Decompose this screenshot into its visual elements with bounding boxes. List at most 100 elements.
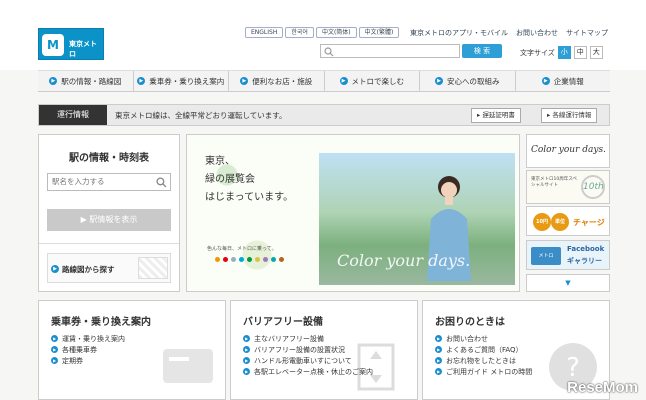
list-item-label: ハンドル形電動車いすについて	[254, 356, 352, 365]
train-status-text: 東京メトロ線は、全線平常どおり運転しています。	[115, 111, 287, 120]
delay-certificate-button[interactable]: ▸ 遅延証明書	[471, 108, 521, 123]
lang-korean[interactable]: 한국어	[285, 27, 314, 38]
metro-facebook-logo: メトロ	[531, 247, 561, 265]
chevron-right-icon: ▶	[49, 77, 58, 85]
chevron-right-icon: ▶	[51, 335, 58, 342]
chevron-right-icon: ▶	[243, 346, 250, 353]
lang-english[interactable]: ENGLISH	[245, 27, 284, 38]
list-item-label: バリアフリー設備の設置状況	[254, 345, 345, 354]
tickets-panel: 乗車券・乗り換え案内 ▶ 運賃・乗り換え案内 ▶ 各種乗車券 ▶ 定期券	[38, 300, 226, 400]
station-search-panel: 駅の情報・時刻表 ▶ 駅情報を表示 ▶ 路線図から探す	[38, 134, 180, 292]
list-item[interactable]: ▶ よくあるご質問（FAQ）	[435, 344, 532, 355]
nav-label: 乗車券・乗り換え案内	[149, 76, 225, 86]
contact-link[interactable]: お問い合わせ	[516, 28, 558, 38]
list-item[interactable]: ▶ お忘れ物をしたときは	[435, 355, 532, 366]
logo-text: 東京メトロ	[69, 40, 97, 58]
station-name-field	[47, 173, 171, 191]
banner-text: Color your days.	[531, 145, 606, 155]
chevron-right-icon: ▶	[51, 265, 59, 273]
nav-tickets[interactable]: ▶ 乗車券・乗り換え案内	[134, 71, 229, 91]
unit-badge: 単位	[551, 213, 569, 231]
nav-station-info[interactable]: ▶ 駅の情報・路線図	[38, 71, 134, 91]
chevron-right-icon: ▶	[137, 77, 146, 85]
app-mobile-link[interactable]: 東京メトロのアプリ・モバイル	[410, 28, 508, 38]
show-station-info-button[interactable]: ▶ 駅情報を表示	[47, 209, 171, 231]
nav-label: 安心への取組み	[447, 76, 500, 86]
text-size-control: 文字サイズ 小 中 大	[520, 46, 603, 59]
tokyo-metro-logo[interactable]: M 東京メトロ	[38, 28, 104, 60]
panel-title: 乗車券・乗り換え案内	[51, 317, 151, 328]
line-status-label: 各線運行情報	[552, 111, 592, 119]
text-size-medium[interactable]: 中	[573, 46, 587, 59]
list-item[interactable]: ▶ お問い合わせ	[435, 333, 532, 344]
route-map-link[interactable]: ▶ 路線図から探す	[47, 253, 171, 283]
nav-enjoy-metro[interactable]: ▶ メトロで楽しむ	[325, 71, 420, 91]
resemom-watermark: ReseMom	[567, 379, 638, 396]
tenth-badge: 10th	[581, 175, 605, 199]
color-your-days-banner[interactable]: Color your days.	[526, 134, 610, 168]
lang-chinese-simplified[interactable]: 中文(简体)	[315, 27, 357, 38]
line-status-button[interactable]: ▸ 各線運行情報	[541, 108, 598, 123]
chevron-right-icon: ▶	[435, 346, 442, 353]
nav-label: 企業情報	[553, 76, 584, 86]
nav-label: 便利なお店・施設	[252, 76, 313, 86]
hero-copy-line: はじまっています。	[205, 192, 294, 203]
search-icon[interactable]	[156, 177, 167, 188]
list-item-label: 定期券	[62, 356, 83, 365]
chevron-right-icon: ▶	[435, 357, 442, 364]
hero-overlay-text: Color your days.	[337, 251, 471, 270]
station-name-input[interactable]	[52, 177, 152, 186]
elevator-icon	[357, 343, 395, 391]
list-item-label: お忘れ物をしたときは	[446, 356, 516, 365]
banner-scroll-down-button[interactable]: ▼	[526, 274, 610, 292]
chevron-right-icon: ▶	[435, 368, 442, 375]
ticket-card-icon	[163, 349, 213, 383]
list-item[interactable]: ▶ 定期券	[51, 355, 125, 366]
route-map-thumbnail	[138, 257, 168, 279]
route-map-link-label: 路線図から探す	[62, 265, 115, 274]
metro-m-icon: M	[42, 34, 64, 56]
chevron-right-icon: ▶	[339, 77, 348, 85]
search-icon	[324, 47, 334, 57]
search-box	[320, 44, 460, 58]
sitemap-link[interactable]: サイトマップ	[566, 28, 608, 38]
chevron-right-icon: ▶	[435, 335, 442, 342]
list-item-label: よくあるご質問（FAQ）	[446, 345, 523, 354]
search-button[interactable]: 検 索	[462, 44, 502, 58]
list-item-label: ご利用ガイド メトロの時間	[446, 367, 533, 376]
hero-line-dots	[215, 257, 284, 262]
list-item-label: 各種乗車券	[62, 345, 97, 354]
page: M 東京メトロ ENGLISH 한국어 中文(简体) 中文(繁體) 東京メトロの…	[0, 0, 646, 400]
text-size-large[interactable]: 大	[589, 46, 603, 59]
hero-subtext: 色んな毎日、メトロに乗って。	[207, 246, 277, 252]
show-station-info-label: 駅情報を表示	[89, 215, 138, 224]
banner-text: チャージ	[573, 218, 605, 227]
panel-title: お困りのときは	[435, 317, 505, 328]
search-input[interactable]	[337, 46, 455, 56]
language-switcher: ENGLISH 한국어 中文(简体) 中文(繁體)	[245, 27, 400, 38]
station-panel-title: 駅の情報・時刻表	[69, 153, 149, 164]
nav-shops[interactable]: ▶ 便利なお店・施設	[229, 71, 325, 91]
chevron-right-icon: ▶	[51, 346, 58, 353]
text-size-small[interactable]: 小	[557, 46, 571, 59]
tenth-anniversary-banner[interactable]: 東京メトロ10周年スペシャルサイト 10th	[526, 170, 610, 204]
panel-title: バリアフリー設備	[243, 317, 323, 328]
chevron-right-icon: ▶	[541, 77, 550, 85]
chevron-right-icon: ▶	[243, 357, 250, 364]
list-item[interactable]: ▶ 各種乗車券	[51, 344, 125, 355]
barrier-free-panel: バリアフリー設備 ▶ 主なバリアフリー設備 ▶ バリアフリー設備の設置状況 ▶ ハンド…	[230, 300, 418, 400]
nav-label: メトロで楽しむ	[351, 76, 405, 86]
nav-safety[interactable]: ▶ 安心への取組み	[420, 71, 516, 91]
ten-yen-charge-banner[interactable]: 10円 単位 チャージ	[526, 206, 610, 236]
facebook-gallery-banner[interactable]: メトロ Facebook ギャラリー	[526, 240, 610, 270]
hero-banner[interactable]: 東京、 緑の展覧会 はじまっています。 色んな毎日、メトロに乗って。 Color…	[186, 134, 520, 292]
delay-certificate-label: 遅延証明書	[482, 111, 515, 119]
chevron-right-icon: ▶	[243, 368, 250, 375]
list-item[interactable]: ▶ 運賃・乗り換え案内	[51, 333, 125, 344]
panel-link-list: ▶ 運賃・乗り換え案内 ▶ 各種乗車券 ▶ 定期券	[51, 333, 125, 366]
lang-chinese-traditional[interactable]: 中文(繁體)	[358, 27, 400, 38]
text-size-label: 文字サイズ	[520, 48, 555, 57]
nav-company[interactable]: ▶ 企業情報	[516, 71, 611, 91]
hero-copy: 東京、 緑の展覧会 はじまっています。	[205, 153, 293, 207]
list-item[interactable]: ▶ ご利用ガイド メトロの時間	[435, 366, 532, 377]
